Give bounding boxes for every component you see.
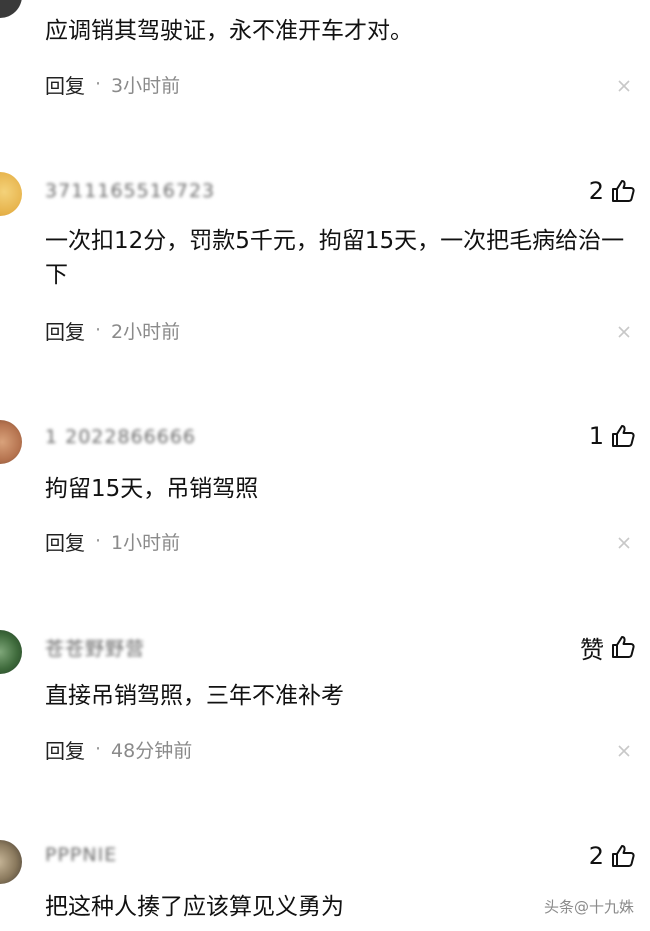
comment-text: 应调销其驾驶证，永不准开车才对。 bbox=[45, 18, 413, 44]
thumbs-up-icon bbox=[612, 845, 635, 867]
timestamp: 1小时前 bbox=[111, 531, 181, 554]
username[interactable]: 3711165516723 bbox=[45, 178, 225, 204]
like-count: 1 bbox=[588, 422, 604, 450]
thumbs-up-icon bbox=[612, 636, 635, 658]
username-text: 1 2022866666 bbox=[45, 426, 197, 448]
thumbs-up-icon bbox=[612, 180, 635, 202]
comment-meta: 回复 · 2小时前 bbox=[45, 316, 180, 344]
username-text: 3711165516723 bbox=[45, 180, 216, 202]
watermark: 头条@十九姝 bbox=[544, 896, 634, 917]
username[interactable]: 1 2022866666 bbox=[45, 424, 225, 450]
like-button[interactable]: 2 bbox=[589, 174, 636, 208]
avatar[interactable] bbox=[0, 0, 22, 18]
timestamp: 48分钟前 bbox=[111, 739, 193, 762]
reply-button[interactable]: 回复 bbox=[45, 70, 85, 99]
comment-text: 直接吊销驾照，三年不准补考 bbox=[45, 683, 344, 709]
reply-button[interactable]: 回复 bbox=[45, 316, 85, 345]
timestamp: 2小时前 bbox=[111, 320, 181, 343]
separator-dot: · bbox=[95, 530, 102, 552]
thumbs-up-icon bbox=[612, 425, 635, 447]
like-count: 2 bbox=[588, 842, 604, 870]
username-text: PPPNIE bbox=[45, 844, 118, 866]
separator-dot: · bbox=[95, 319, 102, 341]
comment-text: 一次扣12分，罚款5千元，拘留15天，一次把毛病给治一下 bbox=[45, 228, 625, 288]
like-count: 2 bbox=[588, 177, 604, 205]
avatar[interactable] bbox=[0, 420, 22, 464]
username[interactable]: PPPNIE bbox=[45, 842, 225, 868]
separator-dot: · bbox=[95, 73, 102, 95]
like-count: 赞 bbox=[580, 635, 604, 664]
reply-button[interactable]: 回复 bbox=[45, 735, 85, 764]
avatar[interactable] bbox=[0, 172, 22, 216]
watermark-text: 头条@十九姝 bbox=[543, 898, 634, 916]
username-text: 苍苍野野营 bbox=[45, 637, 146, 660]
comment-meta: 回复 · 3小时前 bbox=[45, 70, 180, 98]
comment-meta: 回复 · 1小时前 bbox=[45, 527, 180, 555]
like-button[interactable]: 2 bbox=[589, 839, 636, 873]
close-icon[interactable] bbox=[616, 743, 632, 759]
like-button[interactable]: 1 bbox=[589, 419, 636, 453]
avatar[interactable] bbox=[0, 840, 22, 884]
like-button[interactable]: 赞 bbox=[580, 630, 636, 664]
timestamp: 3小时前 bbox=[111, 74, 181, 97]
reply-button[interactable]: 回复 bbox=[45, 527, 85, 556]
avatar[interactable] bbox=[0, 630, 22, 674]
comment-meta: 回复 · 48分钟前 bbox=[45, 735, 192, 763]
close-icon[interactable] bbox=[616, 324, 632, 340]
username[interactable]: 苍苍野野营 bbox=[45, 634, 225, 660]
close-icon[interactable] bbox=[616, 78, 632, 94]
separator-dot: · bbox=[95, 738, 102, 760]
comment-text: 拘留15天，吊销驾照 bbox=[45, 476, 259, 502]
close-icon[interactable] bbox=[616, 535, 632, 551]
